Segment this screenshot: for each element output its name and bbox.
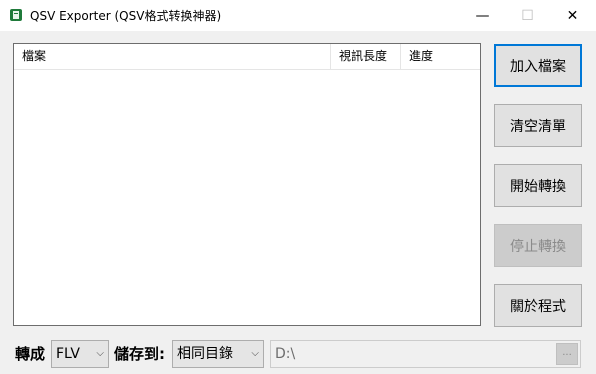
clear-list-button[interactable]: 清空清單 [494, 104, 582, 147]
convert-to-label: 轉成 [15, 345, 46, 363]
file-list[interactable]: 檔案 視訊長度 進度 [13, 43, 481, 326]
maximize-icon: ☐ [521, 7, 534, 24]
column-header-duration[interactable]: 視訊長度 [331, 44, 401, 69]
output-path-field: D:\ ... [270, 340, 581, 368]
title-bar[interactable]: QSV Exporter (QSV格式转换神器) — ☐ ✕ [0, 0, 596, 31]
stop-convert-button: 停止轉換 [494, 224, 582, 267]
close-icon: ✕ [566, 7, 579, 24]
app-icon [10, 9, 22, 21]
output-path-value: D:\ [275, 346, 296, 362]
format-select-value: FLV [56, 346, 80, 362]
chevron-down-icon: ⌵ [96, 348, 104, 359]
maximize-button: ☐ [505, 0, 550, 31]
add-files-button[interactable]: 加入檔案 [494, 44, 582, 87]
window-title: QSV Exporter (QSV格式转换神器) [30, 9, 222, 23]
browse-button: ... [556, 343, 578, 365]
start-convert-button[interactable]: 開始轉換 [494, 164, 582, 207]
minimize-icon: — [475, 7, 490, 24]
chevron-down-icon: ⌵ [251, 348, 259, 359]
destination-select-value: 相同目錄 [177, 346, 233, 362]
column-header-file[interactable]: 檔案 [14, 44, 331, 69]
close-button[interactable]: ✕ [550, 0, 595, 31]
list-header: 檔案 視訊長度 進度 [14, 44, 480, 70]
about-button[interactable]: 關於程式 [494, 284, 582, 327]
column-header-progress[interactable]: 進度 [401, 44, 480, 69]
minimize-button[interactable]: — [460, 0, 505, 31]
save-to-label: 儲存到: [114, 345, 165, 363]
format-select[interactable]: FLV ⌵ [51, 340, 109, 368]
destination-select[interactable]: 相同目錄 ⌵ [172, 340, 264, 368]
